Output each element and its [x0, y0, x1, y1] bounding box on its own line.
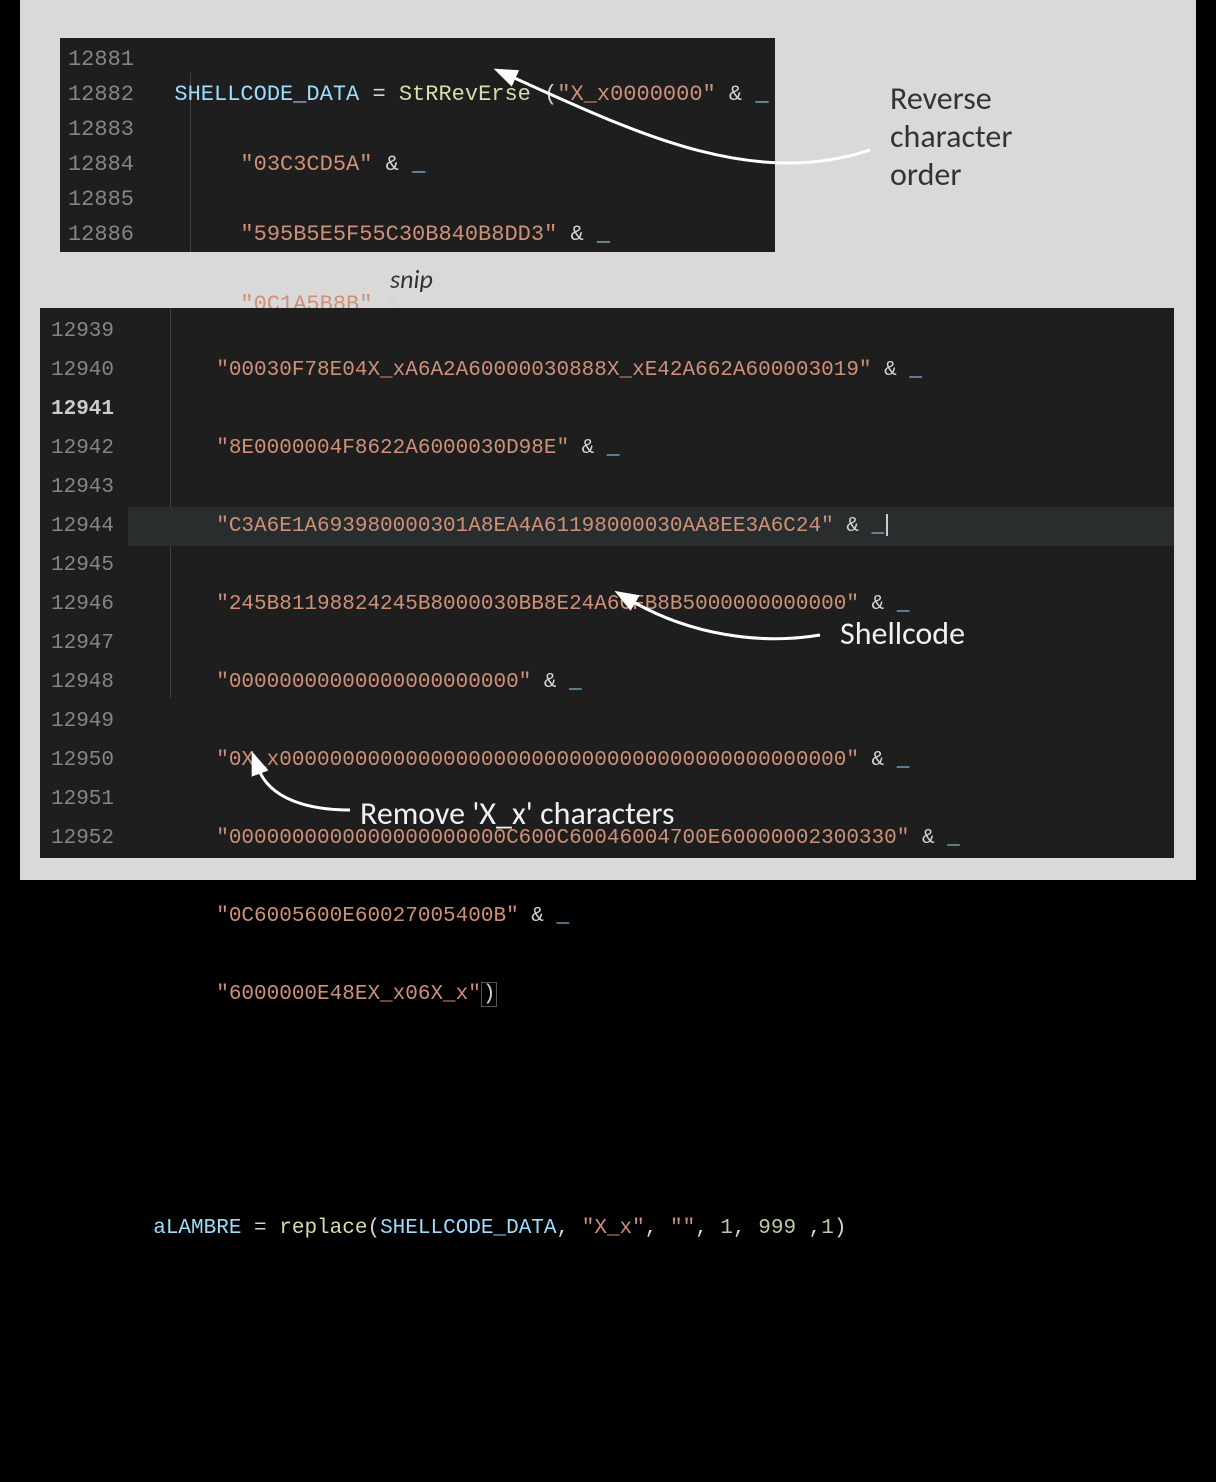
code-line	[128, 1131, 1174, 1170]
line-num: 12939	[40, 312, 128, 351]
string-literal: "00000000000000000000000"	[216, 671, 531, 694]
figure-card: 12881 12882 12883 12884 12885 12886 SHEL…	[20, 0, 1196, 880]
code-line	[128, 1287, 1174, 1326]
annotation-reverse: Reverse character order	[890, 80, 1012, 194]
annotation-arrow	[620, 590, 840, 650]
line-num-current: 12941	[40, 390, 128, 429]
code-line: "C3A6E1A693980000301A8EA4A61198000030AA8…	[128, 507, 1174, 546]
annotation-arrow	[490, 60, 910, 190]
annotation-remove: Remove 'X_x' characters	[360, 795, 675, 833]
annotation-shellcode: Shellcode	[840, 615, 965, 653]
identifier: SHELLCODE_DATA	[174, 82, 359, 107]
line-num: 12882	[60, 77, 148, 112]
string-literal: "595B5E5F55C30B840B8DD3"	[240, 222, 557, 247]
code-line: "6000000E48EX_x06X_x")	[128, 975, 1174, 1014]
snip-label: snip	[390, 263, 433, 295]
string-literal: "6000000E48EX_x06X_x"	[216, 983, 481, 1006]
text-cursor	[886, 514, 888, 536]
line-num: 12951	[40, 780, 128, 819]
code-pane-bottom: 12939 12940 12941 12942 12943 12944 1294…	[40, 308, 1174, 858]
line-num: 12881	[60, 42, 148, 77]
line-num: 12948	[40, 663, 128, 702]
code-line: "8E0000004F8622A6000030D98E" & _	[128, 429, 1174, 468]
code-line: "595B5E5F55C30B840B8DD3" & _	[148, 217, 775, 252]
gutter-top: 12881 12882 12883 12884 12885 12886	[60, 38, 148, 252]
page: 12881 12882 12883 12884 12885 12886 SHEL…	[0, 0, 1216, 918]
line-num: 12947	[40, 624, 128, 663]
annotation-arrow	[250, 760, 370, 820]
line-num: 12952	[40, 819, 128, 858]
code-line: "00030F78E04X_xA6A2A60000030888X_xE42A66…	[128, 351, 1174, 390]
string-literal: "C3A6E1A693980000301A8EA4A61198000030AA8…	[216, 515, 834, 538]
line-num: 12942	[40, 429, 128, 468]
line-num: 12950	[40, 741, 128, 780]
string-literal: "0C6005600E60027005400B"	[216, 905, 518, 928]
string-literal: "8E0000004F8622A6000030D98E"	[216, 437, 569, 460]
line-num: 12886	[60, 217, 148, 252]
line-num: 12945	[40, 546, 128, 585]
line-num: 12944	[40, 507, 128, 546]
line-num: 12943	[40, 468, 128, 507]
identifier: aLAMBRE	[153, 1217, 241, 1240]
line-num: 12949	[40, 702, 128, 741]
code-line: aLAMBRE = replace(SHELLCODE_DATA, "X_x",…	[128, 1209, 1174, 1248]
code-line: "00000000000000000000000" & _	[128, 663, 1174, 702]
code-line	[128, 1053, 1174, 1092]
code-line: "0C6005600E60027005400B" & _	[128, 897, 1174, 936]
line-num: 12946	[40, 585, 128, 624]
line-num: 12884	[60, 147, 148, 182]
line-num: 12885	[60, 182, 148, 217]
function-call: replace	[279, 1217, 367, 1240]
string-literal: "03C3CD5A"	[240, 152, 372, 177]
code-line	[128, 1365, 1174, 1404]
string-literal: "00030F78E04X_xA6A2A60000030888X_xE42A66…	[216, 359, 871, 382]
line-num: 12883	[60, 112, 148, 147]
gutter-bottom: 12939 12940 12941 12942 12943 12944 1294…	[40, 308, 128, 858]
line-num: 12940	[40, 351, 128, 390]
